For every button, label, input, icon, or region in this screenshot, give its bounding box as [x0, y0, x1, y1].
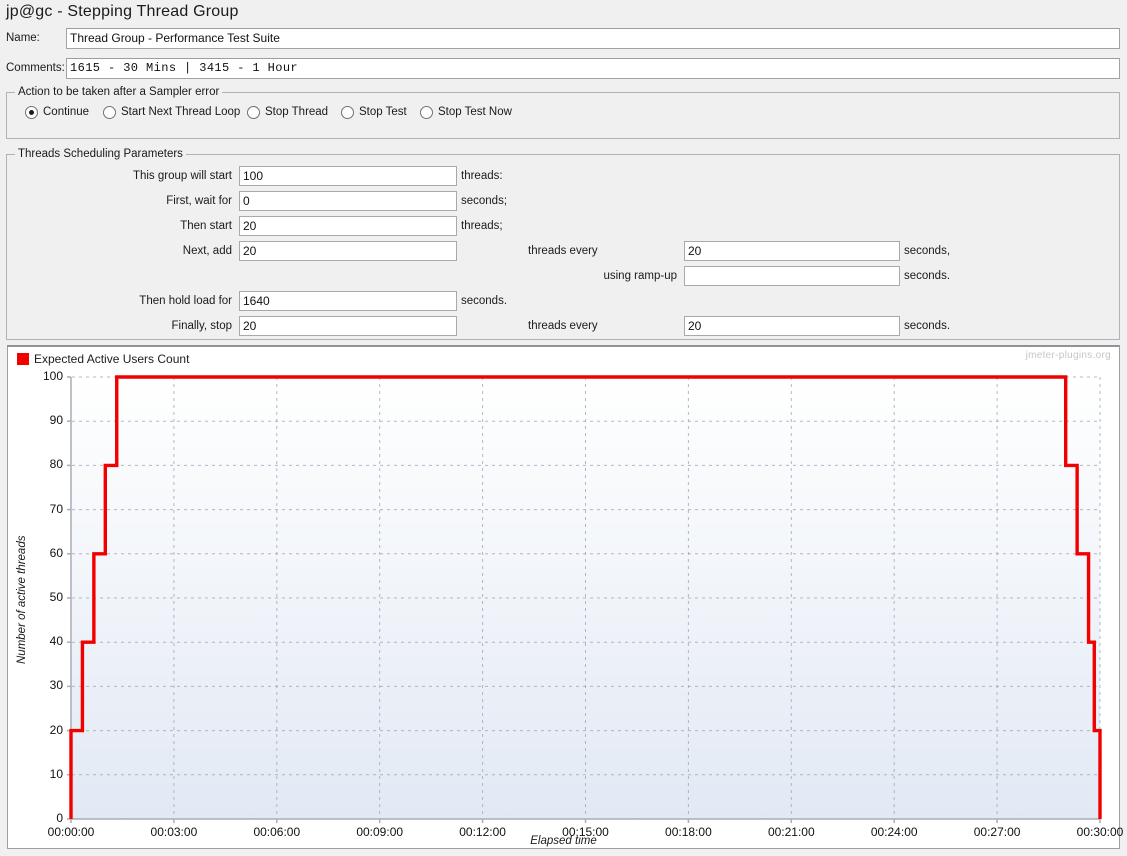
radio-dot-icon [420, 105, 433, 119]
chart-x-axis-title: Elapsed time [530, 835, 597, 847]
y-tick-label: 90 [49, 413, 63, 428]
chart-watermark: jmeter-plugins.org [1025, 350, 1111, 361]
label-first-wait-for: First, wait for [166, 195, 232, 207]
input-flight-time[interactable]: 1640 [239, 291, 457, 311]
radio-stop-test[interactable]: Stop Test [341, 103, 407, 121]
label-next-add: Next, add [182, 245, 232, 257]
y-tick-label: 0 [56, 811, 63, 825]
comments-input[interactable]: 1615 - 30 Mins | 3415 - 1 Hour [66, 58, 1120, 79]
radio-dot-icon [341, 105, 354, 119]
label-then-start: Then start [180, 220, 232, 232]
input-ramp-up[interactable] [684, 266, 900, 286]
radio-stop-thread-label: Stop Thread [265, 106, 329, 118]
radio-dot-icon [247, 105, 260, 119]
page-title: jp@gc - Stepping Thread Group [6, 3, 239, 20]
y-tick-label: 30 [49, 678, 63, 693]
label-using-ramp-up: using ramp-up [603, 270, 677, 282]
comments-label: Comments: [6, 62, 65, 74]
sampler-error-group: Action to be taken after a Sampler error… [6, 86, 1120, 139]
y-tick-label: 10 [49, 766, 63, 781]
input-increment-user-count[interactable]: 20 [239, 241, 457, 261]
threads-scheduling-group-title: Threads Scheduling Parameters [15, 148, 186, 160]
comments-row: Comments: 1615 - 30 Mins | 3415 - 1 Hour [0, 58, 1120, 80]
legend-color-swatch-icon [17, 353, 29, 365]
label-then-hold-load-for: Then hold load for [139, 295, 232, 307]
suffix-seconds-period-3: seconds. [904, 320, 951, 332]
name-row: Name: Thread Group - Performance Test Su… [0, 28, 1120, 50]
chart-plot-area: 0 10 20 30 40 50 60 70 80 90 100 00:00:00 00:03:00 00… [8, 366, 1123, 849]
input-start-user-count[interactable]: 20 [239, 216, 457, 236]
radio-stop-test-now[interactable]: Stop Test Now [420, 103, 512, 121]
y-tick-label: 20 [49, 722, 63, 737]
suffix-threads-colon: threads: [461, 170, 503, 182]
radio-dot-icon [103, 105, 116, 119]
chart-svg [67, 375, 1102, 823]
legend-label: Expected Active Users Count [34, 352, 190, 366]
suffix-threads-every-1: threads every [528, 245, 598, 257]
sampler-error-group-title: Action to be taken after a Sampler error [15, 86, 223, 98]
suffix-seconds-comma: seconds, [904, 245, 951, 257]
suffix-seconds-semicolon: seconds; [461, 195, 508, 207]
threads-scheduling-group: Threads Scheduling Parameters This group… [6, 148, 1120, 340]
suffix-seconds-period-2: seconds. [461, 295, 508, 307]
expected-active-users-chart: Expected Active Users Count jmeter-plugi… [7, 345, 1123, 849]
y-tick-label: 70 [49, 501, 63, 516]
name-label: Name: [6, 32, 40, 44]
stepping-thread-group-window: jp@gc - Stepping Thread Group Name: Thre… [0, 0, 1127, 856]
y-tick-label: 80 [49, 457, 63, 472]
suffix-threads-every-2: threads every [528, 320, 598, 332]
radio-stop-test-now-label: Stop Test Now [438, 106, 512, 118]
label-group-will-start: This group will start [132, 170, 232, 182]
radio-start-next-thread-loop-label: Start Next Thread Loop [121, 106, 241, 118]
suffix-seconds-period-1: seconds. [904, 270, 951, 282]
chart-legend[interactable]: Expected Active Users Count [17, 352, 189, 366]
radio-stop-test-label: Stop Test [359, 106, 407, 118]
radio-stop-thread[interactable]: Stop Thread [247, 103, 328, 121]
radio-continue[interactable]: Continue [25, 103, 89, 121]
input-num-threads[interactable]: 100 [239, 166, 457, 186]
input-init-delay[interactable]: 0 [239, 191, 457, 211]
radio-start-next-thread-loop[interactable]: Start Next Thread Loop [103, 103, 240, 121]
input-increment-interval[interactable]: 20 [684, 241, 900, 261]
y-tick-label: 100 [42, 369, 63, 383]
input-decrement-interval[interactable]: 20 [684, 316, 900, 336]
suffix-threads-semicolon: threads; [461, 220, 503, 232]
chart-y-axis-title: Number of active threads [16, 535, 28, 664]
input-decrement-user-count[interactable]: 20 [239, 316, 457, 336]
radio-continue-label: Continue [43, 106, 90, 118]
label-finally-stop: Finally, stop [171, 320, 232, 332]
name-input[interactable]: Thread Group - Performance Test Suite [66, 28, 1120, 49]
radio-dot-icon [25, 105, 38, 119]
